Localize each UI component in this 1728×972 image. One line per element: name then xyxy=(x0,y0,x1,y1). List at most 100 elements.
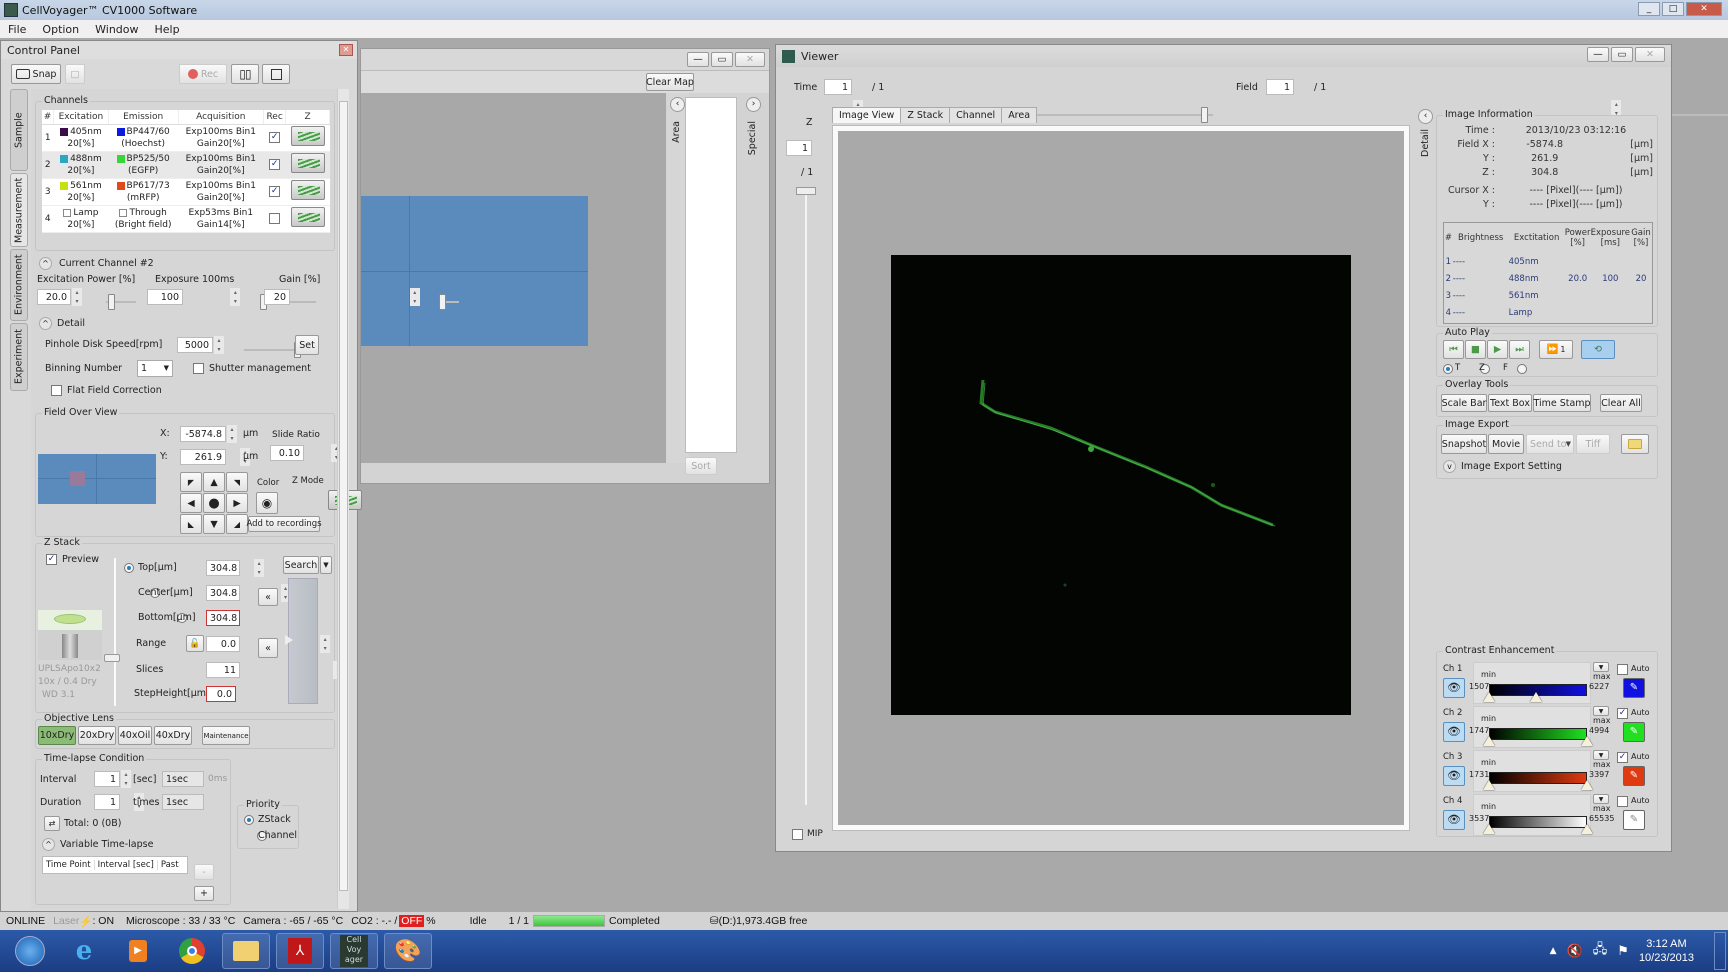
map-canvas[interactable] xyxy=(361,93,666,463)
rec-checkbox[interactable]: ✓ xyxy=(269,159,281,170)
maximize-button[interactable]: □ xyxy=(1662,2,1684,16)
z-slider-thumb[interactable] xyxy=(796,187,816,195)
contrast-max-handle[interactable] xyxy=(1530,692,1543,702)
contrast-options-button[interactable]: ▼ xyxy=(1593,662,1609,672)
control-panel-close-button[interactable]: ✕ xyxy=(339,44,353,56)
stop-button[interactable] xyxy=(262,64,290,84)
slices-input[interactable]: 11 xyxy=(206,662,240,678)
rec-button[interactable]: Rec xyxy=(179,64,227,84)
image-export-setting-label[interactable]: Image Export Setting xyxy=(1461,461,1562,472)
tab-channel[interactable]: Channel xyxy=(949,107,1003,123)
lens-40xoil-button[interactable]: 40xOil xyxy=(118,726,152,745)
top-input[interactable]: 304.8 xyxy=(206,560,240,576)
contrast-min-handle[interactable] xyxy=(1483,780,1495,790)
range-apply-button[interactable]: « xyxy=(258,638,278,658)
action-center-icon[interactable]: ⚑ xyxy=(1617,944,1629,959)
move-right-button[interactable]: ▶ xyxy=(226,493,248,513)
channel-color-picker[interactable]: ✎ xyxy=(1623,722,1645,742)
z-input[interactable]: 1 xyxy=(786,140,812,156)
remove-timepoint-button[interactable]: - xyxy=(194,864,214,880)
pinhole-speed-input[interactable]: 5000 xyxy=(177,337,213,353)
excitation-power-spinner[interactable]: ▴ ▾ xyxy=(72,288,82,306)
taskbar-ie[interactable]: e xyxy=(60,933,108,969)
z-mode-button[interactable] xyxy=(290,126,325,146)
collapse-current-channel-icon[interactable]: ^ xyxy=(39,257,52,270)
move-up-left-button[interactable]: ◤ xyxy=(180,472,202,492)
area-collapse-icon[interactable]: ‹ xyxy=(670,97,685,112)
control-panel-scrollbar[interactable] xyxy=(337,89,349,909)
move-down-button[interactable]: ▼ xyxy=(203,514,225,534)
top-radio[interactable] xyxy=(124,563,134,573)
sort-button[interactable]: Sort xyxy=(685,457,717,475)
move-center-button[interactable]: ● xyxy=(203,493,225,513)
time-input[interactable]: 1 xyxy=(824,79,852,95)
contrast-min-handle[interactable] xyxy=(1483,692,1495,702)
tab-sample[interactable]: Sample xyxy=(10,89,28,171)
add-timepoint-button[interactable]: + xyxy=(194,886,214,901)
play-mode-t-radio[interactable] xyxy=(1443,364,1453,374)
contrast-options-button[interactable]: ▼ xyxy=(1593,794,1609,804)
send-to-select[interactable]: Send to ▼ xyxy=(1526,434,1574,454)
special-expand-icon[interactable]: › xyxy=(746,97,761,112)
map-maximize-button[interactable]: ▭ xyxy=(711,52,733,67)
live-button[interactable]: □ xyxy=(65,64,85,84)
text-box-button[interactable]: Text Box xyxy=(1488,394,1532,412)
exposure-input[interactable]: 100 xyxy=(147,289,183,305)
tiff-button[interactable]: Tiff xyxy=(1576,434,1610,454)
last-frame-button[interactable]: ⏭ xyxy=(1509,340,1530,359)
taskbar-explorer[interactable] xyxy=(222,933,270,969)
duration-input[interactable]: 1 xyxy=(94,794,120,810)
excitation-power-slider[interactable] xyxy=(106,294,137,310)
channel-visibility-toggle[interactable]: 👁 xyxy=(1443,722,1465,742)
collapse-detail-icon[interactable]: ^ xyxy=(39,317,52,330)
collapse-variable-icon[interactable]: ^ xyxy=(42,838,55,851)
bottom-input[interactable]: 304.8 xyxy=(206,610,240,626)
channel-visibility-toggle[interactable]: 👁 xyxy=(1443,810,1465,830)
center-apply-button[interactable]: « xyxy=(258,588,278,606)
flat-field-checkbox[interactable] xyxy=(51,385,62,396)
snap-button[interactable]: Snap xyxy=(11,64,61,84)
start-button[interactable] xyxy=(6,933,54,969)
mip-checkbox[interactable] xyxy=(792,829,803,840)
move-left-button[interactable]: ◀ xyxy=(180,493,202,513)
menu-window[interactable]: Window xyxy=(87,23,146,36)
scrollbar-thumb[interactable] xyxy=(339,101,348,891)
viewer-maximize-button[interactable]: ▭ xyxy=(1611,47,1633,62)
volume-muted-icon[interactable]: 🔇 xyxy=(1567,944,1583,959)
minimize-button[interactable]: _ xyxy=(1638,2,1660,16)
rec-checkbox[interactable]: ✓ xyxy=(269,132,281,143)
y-position-input[interactable]: 261.9 xyxy=(180,449,226,465)
lens-slider-handle[interactable] xyxy=(104,654,120,662)
time-stamp-button[interactable]: Time Stamp xyxy=(1533,394,1591,412)
zstack-range-visual[interactable] xyxy=(285,578,318,704)
top-spinner[interactable]: ▴ ▾ xyxy=(254,559,265,577)
field-overview-map[interactable] xyxy=(38,454,156,504)
color-button[interactable]: ◉ xyxy=(256,492,278,514)
detail-collapse-icon[interactable]: ‹ xyxy=(1418,109,1433,124)
z-mode-button[interactable] xyxy=(290,153,325,173)
taskbar-chrome[interactable] xyxy=(168,933,216,969)
shutter-management-checkbox[interactable] xyxy=(193,363,204,374)
microscope-image[interactable] xyxy=(891,255,1351,715)
clear-map-button[interactable]: Clear Map xyxy=(646,73,694,91)
search-button[interactable]: Search xyxy=(283,556,319,574)
center-input[interactable]: 304.8 xyxy=(206,585,240,601)
menu-file[interactable]: File xyxy=(0,23,34,36)
taskbar-acrobat[interactable]: ⅄ xyxy=(276,933,324,969)
area-list[interactable] xyxy=(685,97,737,453)
range-lock-button[interactable]: 🔓 xyxy=(186,635,204,652)
channel-row[interactable]: 4 Lamp 20[%] Through (Bright field) Exp53m… xyxy=(42,205,330,233)
tray-expand-icon[interactable]: ▲ xyxy=(1550,946,1557,956)
range-input[interactable]: 0.0 xyxy=(206,636,240,652)
tab-image-view[interactable]: Image View xyxy=(832,107,902,123)
map-field-region[interactable] xyxy=(361,196,588,346)
auto-contrast-checkbox[interactable]: ✓ xyxy=(1617,752,1628,763)
clear-all-button[interactable]: Clear All xyxy=(1600,394,1642,412)
pinhole-speed-spinner[interactable]: ▴ ▾ xyxy=(214,336,224,354)
contrast-min-handle[interactable] xyxy=(1483,736,1495,746)
contrast-max-handle[interactable] xyxy=(1581,780,1593,790)
binning-select[interactable]: 1 ▼ xyxy=(137,360,173,377)
taskbar-cellvoyager[interactable]: Cell Voy ager xyxy=(330,933,378,969)
move-down-left-button[interactable]: ◣ xyxy=(180,514,202,534)
step-height-input[interactable]: 0.0 xyxy=(206,686,236,702)
